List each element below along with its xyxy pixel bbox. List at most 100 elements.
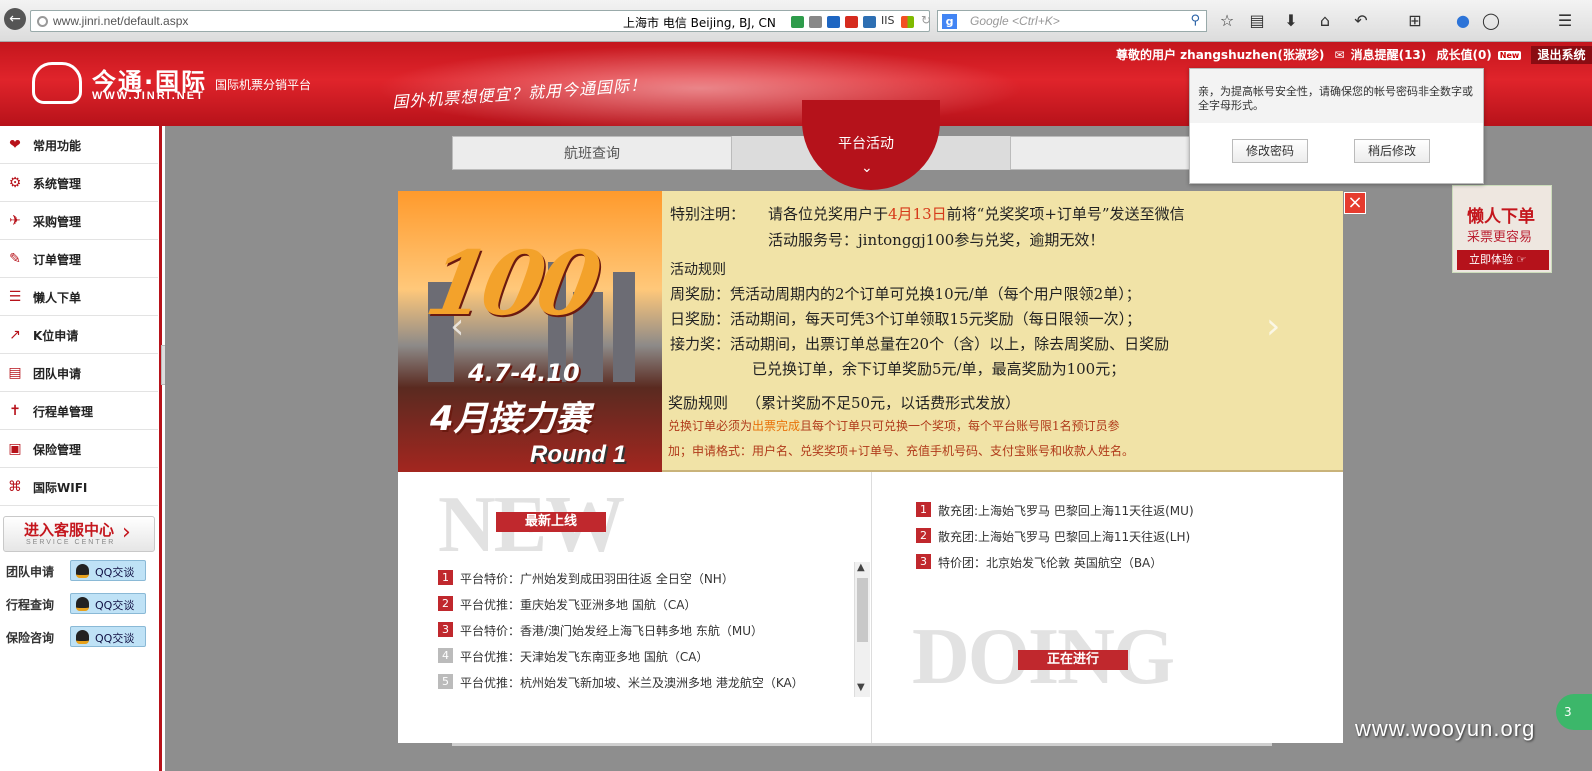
sidebar-item-label: 行程单管理 xyxy=(33,405,94,419)
search-bar[interactable]: g Google <Ctrl+K> ⚲ xyxy=(937,10,1207,32)
list-item-text[interactable]: 散充团:上海始飞罗马 巴黎回上海11天往返(MU) xyxy=(938,502,1194,519)
edit-icon: ✎ xyxy=(9,251,21,267)
back-icon[interactable]: ← xyxy=(4,8,26,30)
signal-icon[interactable] xyxy=(863,16,876,28)
undo-icon[interactable]: ↶ xyxy=(1350,10,1372,32)
sidebar-item-itinerary[interactable]: ✝ 行程单管理 xyxy=(0,392,158,430)
chat-icon[interactable]: ◯ xyxy=(1480,10,1502,32)
qq-penguin-icon xyxy=(76,597,89,611)
platform-activity-label: 平台活动 xyxy=(838,136,894,152)
logout-button[interactable]: 退出系统 xyxy=(1531,46,1592,64)
list-item-text[interactable]: 平台优推：杭州始发飞新加坡、米兰及澳洲多地 港龙航空（KA） xyxy=(460,674,804,691)
change-password-button[interactable]: 修改密码 xyxy=(1232,139,1308,163)
list-item[interactable]: 1 平台特价：广州始发到成田羽田往返 全日空（NH） xyxy=(438,568,858,590)
translate-icon[interactable]: ● xyxy=(1452,10,1474,32)
popup-message: 亲，为提高帐号安全性，请确保您的帐号密码非全数字或全字母形式。 xyxy=(1198,85,1473,112)
password-security-popup: 亲，为提高帐号安全性，请确保您的帐号密码非全数字或全字母形式。 修改密码 稍后修… xyxy=(1189,68,1484,184)
reward-emph: 出票完成 xyxy=(752,419,801,433)
list-item[interactable]: 3 平台特价：香港/澳门始发经上海飞日韩多地 东航（MU） xyxy=(438,620,858,642)
lazy-order-ad[interactable]: 懒人下单 采票更容易 立即体验 ☞ xyxy=(1452,185,1552,273)
rank-badge: 4 xyxy=(438,648,453,663)
list-item-text[interactable]: 平台特价：广州始发到成田羽田往返 全日空（NH） xyxy=(460,570,734,587)
reward-line-1: 兑换订单必须为出票完成且每个订单只可兑换一个奖项，每个平台账号限1名预订员参 xyxy=(668,417,1120,434)
crop-icon[interactable]: ⊞ xyxy=(1404,10,1426,32)
list-item[interactable]: 5 平台优推：杭州始发飞新加坡、米兰及澳洲多地 港龙航空（KA） xyxy=(438,672,858,694)
reward-line-2: 加；申请格式：用户名、兑奖奖项+订单号、充值手机号码、支付宝账号和收款人姓名。 xyxy=(668,444,1135,458)
rule-relay: 接力奖：活动期间，出票订单总量在20个（含）以上，除去周奖励、日奖励 xyxy=(670,335,1170,353)
sidebar-item-group[interactable]: ▤ 团队申请 xyxy=(0,354,158,392)
list-item[interactable]: 3 特价团：北京始发飞伦敦 英国航空（BA） xyxy=(916,552,1336,574)
reading-list-icon[interactable]: ▤ xyxy=(1246,10,1268,32)
list-item[interactable]: 1 散充团:上海始飞罗马 巴黎回上海11天往返(MU) xyxy=(916,500,1336,522)
scroll-down-icon[interactable]: ▼ xyxy=(857,682,865,693)
google-icon: g xyxy=(942,14,957,29)
qq-chat-button[interactable]: QQ交谈 xyxy=(70,560,146,581)
rules-title: 活动规则 xyxy=(670,262,726,278)
list-item-text[interactable]: 平台优推：重庆始发飞亚洲多地 国航（CA） xyxy=(460,596,696,613)
sidebar-item-insurance[interactable]: ▣ 保险管理 xyxy=(0,430,158,468)
try-now-button[interactable]: 立即体验 ☞ xyxy=(1457,250,1549,270)
qq-chat-button[interactable]: QQ交谈 xyxy=(70,626,146,647)
sidebar-item-k-seat[interactable]: ↗ K位申请 xyxy=(0,316,158,354)
shield-icon[interactable] xyxy=(791,16,804,28)
banner-number: 100 xyxy=(418,231,603,335)
home-icon[interactable]: ⌂ xyxy=(1314,10,1336,32)
carousel-prev-icon[interactable]: ‹ xyxy=(450,306,464,347)
qq-row-label: 团队申请 xyxy=(6,565,55,579)
side-float-badge[interactable]: 3 xyxy=(1556,694,1592,730)
chevron-right-icon: › xyxy=(122,520,131,545)
list-scrollbar[interactable]: ▲ ▼ xyxy=(854,562,870,697)
list-item-text[interactable]: 散充团:上海始飞罗马 巴黎回上海11天往返(LH) xyxy=(938,528,1190,545)
list-item[interactable]: 4 平台优推：天津始发飞东南亚多地 国航（CA） xyxy=(438,646,858,668)
sidebar-item-common[interactable]: ❤ 常用功能 xyxy=(0,126,158,164)
list-item-text[interactable]: 平台特价：香港/澳门始发经上海飞日韩多地 东航（MU） xyxy=(460,622,763,639)
china-flag-icon[interactable] xyxy=(845,16,858,28)
list-item-text[interactable]: 平台优推：天津始发飞东南亚多地 国航（CA） xyxy=(460,648,708,665)
sidebar-item-purchase[interactable]: ✈ 采购管理 xyxy=(0,202,158,240)
qq-row-label: 保险咨询 xyxy=(6,631,55,645)
change-later-button[interactable]: 稍后修改 xyxy=(1354,139,1430,163)
qrcode-icon[interactable] xyxy=(809,16,822,28)
sidebar-item-wifi[interactable]: ⌘ 国际WIFI xyxy=(0,468,158,506)
doing-section-tag: 正在进行 xyxy=(1018,650,1128,670)
service-center-button[interactable]: 进入客服中心 SERVICE CENTER › xyxy=(3,516,155,552)
search-icon[interactable]: ⚲ xyxy=(1190,13,1200,28)
reload-icon[interactable]: ↻ xyxy=(921,13,931,27)
reward-line-1a: 兑换订单必须为 xyxy=(668,419,753,433)
list-item-text[interactable]: 特价团：北京始发飞伦敦 英国航空（BA） xyxy=(938,554,1162,571)
sidebar-item-label: 订单管理 xyxy=(33,253,82,267)
relay-race-banner: 100 4.7-4.10 4月接力赛 Round 1 xyxy=(398,191,662,472)
iis-label: IIS xyxy=(881,14,895,27)
wave-icon[interactable] xyxy=(827,16,840,28)
close-button[interactable]: × xyxy=(1344,192,1366,214)
star-icon[interactable]: ☆ xyxy=(1216,10,1238,32)
download-icon[interactable]: ⬇ xyxy=(1280,10,1302,32)
search-input[interactable]: Google <Ctrl+K> xyxy=(970,14,1060,28)
scroll-up-icon[interactable]: ▲ xyxy=(857,562,865,573)
scroll-thumb[interactable] xyxy=(857,578,868,642)
lazy-ad-subtitle: 采票更容易 xyxy=(1467,230,1533,245)
elephant-logo-icon[interactable] xyxy=(32,62,82,104)
qq-row-label: 行程查询 xyxy=(6,598,55,612)
sidebar-item-system[interactable]: ⚙ 系统管理 xyxy=(0,164,158,202)
list-item[interactable]: 2 平台优推：重庆始发飞亚洲多地 国航（CA） xyxy=(438,594,858,616)
carousel-next-icon[interactable]: › xyxy=(1266,306,1280,347)
menu-icon[interactable]: ☰ xyxy=(1554,10,1576,32)
rule-daily: 日奖励：活动期间，每天可凭3个订单领取15元奖励（每日限领一次）； xyxy=(670,310,1142,328)
rank-badge: 1 xyxy=(438,570,453,585)
sidebar-item-lazy-order[interactable]: ☰ 懒人下单 xyxy=(0,278,158,316)
notice-line-1b: 前将“兑奖奖项+订单号”发送至微信 xyxy=(946,205,1185,223)
notice-line-1: 请各位兑奖用户于4月13日前将“兑奖奖项+订单号”发送至微信 xyxy=(768,203,1185,224)
messages-link[interactable]: 消息提醒(13) xyxy=(1351,48,1427,62)
growth-link[interactable]: 成长值(0) xyxy=(1436,48,1491,62)
list-item[interactable]: 2 散充团:上海始飞罗马 巴黎回上海11天往返(LH) xyxy=(916,526,1336,548)
rank-badge: 2 xyxy=(438,596,453,611)
qq-chat-button[interactable]: QQ交谈 xyxy=(70,593,146,614)
browser-toolbar: ← www.jinri.net/default.aspx 上海市 电信 Beij… xyxy=(0,0,1592,42)
windows-icon[interactable] xyxy=(901,16,914,28)
tab-flight-search[interactable]: 航班查询 xyxy=(452,136,732,170)
close-icon: × xyxy=(1347,192,1363,213)
banner-round: Round 1 xyxy=(530,441,626,468)
sidebar-item-orders[interactable]: ✎ 订单管理 xyxy=(0,240,158,278)
address-bar[interactable]: www.jinri.net/default.aspx 上海市 电信 Beijin… xyxy=(30,10,931,32)
